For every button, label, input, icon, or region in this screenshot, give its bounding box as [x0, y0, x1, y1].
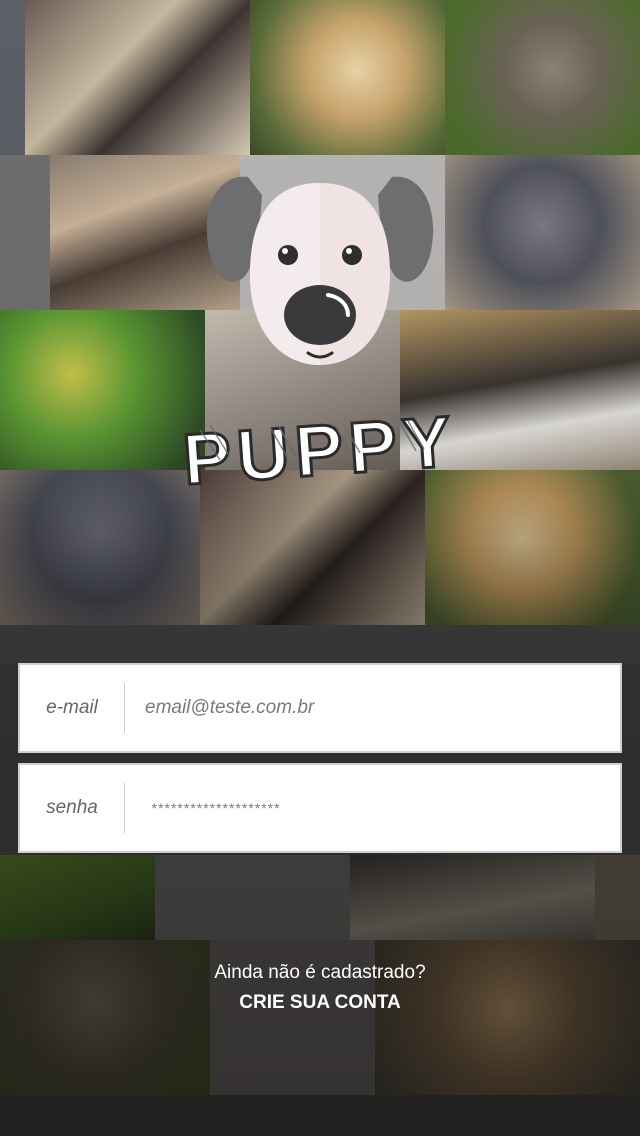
- app-name-logo: PUPPY: [179, 405, 461, 495]
- email-input[interactable]: email@teste.com.br: [125, 697, 620, 719]
- signup-question: Ainda não é cadastrado?: [214, 962, 426, 983]
- svg-text:PUPPY: PUPPY: [181, 405, 460, 495]
- password-label: senha: [46, 797, 98, 818]
- password-field-container: senha ********************: [18, 763, 622, 853]
- email-field-container: e-mail email@teste.com.br: [18, 663, 622, 753]
- password-input[interactable]: ********************: [125, 800, 620, 816]
- puppy-logo: [206, 176, 434, 365]
- create-account-button[interactable]: CRIE SUA CONTA: [200, 992, 440, 1022]
- email-label: e-mail: [46, 697, 98, 718]
